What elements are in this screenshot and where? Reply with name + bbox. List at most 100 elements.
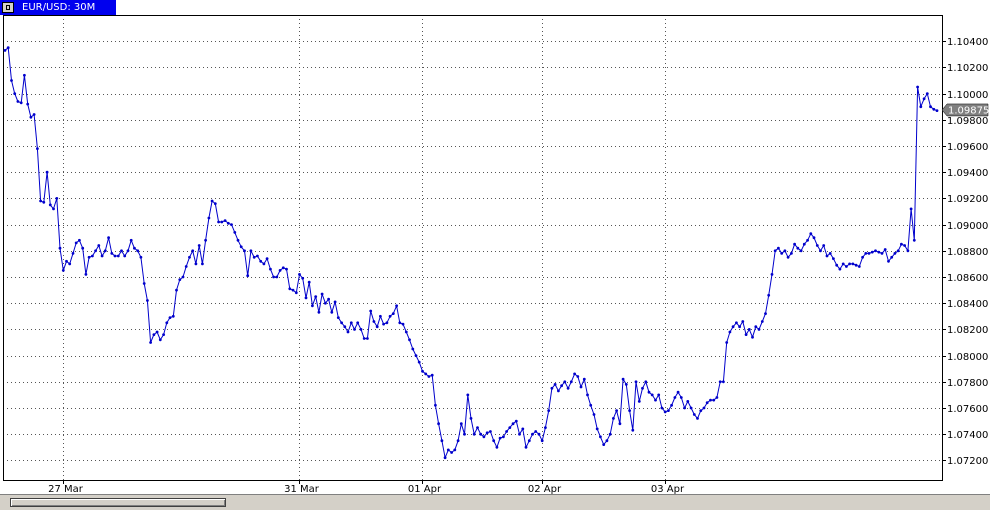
data-point <box>217 220 221 224</box>
data-point <box>29 115 33 119</box>
data-point <box>599 435 602 439</box>
data-point <box>459 422 463 426</box>
data-point <box>744 333 748 336</box>
price-series <box>3 46 939 460</box>
data-point <box>317 310 321 314</box>
data-point <box>375 325 379 329</box>
data-point <box>223 219 227 223</box>
data-point <box>94 249 97 253</box>
data-point <box>97 244 101 247</box>
data-point <box>434 403 437 407</box>
data-point <box>395 304 398 308</box>
data-point <box>754 325 758 329</box>
data-point <box>916 85 919 89</box>
x-tick-label: 01 Apr <box>408 484 442 494</box>
horizontal-scrollbar[interactable] <box>0 494 990 510</box>
data-point <box>893 252 897 255</box>
data-point <box>343 325 347 329</box>
data-point <box>16 100 20 103</box>
y-tick-label: 1.07200 <box>947 456 988 467</box>
current-price-value: 1.09875 <box>948 105 989 116</box>
data-point <box>641 386 644 390</box>
data-point <box>929 105 932 109</box>
data-point <box>696 417 699 420</box>
data-point <box>557 389 560 393</box>
data-point <box>673 396 677 399</box>
data-point <box>233 231 237 234</box>
data-point <box>456 439 460 443</box>
data-point <box>531 432 534 436</box>
data-point <box>39 199 42 203</box>
price-chart[interactable]: 1.10400 1.10200 1.10000 1.09800 1.09600 1.094… <box>0 0 990 494</box>
data-point <box>663 410 667 414</box>
data-point <box>527 439 531 443</box>
data-point <box>595 427 599 431</box>
data-point <box>925 92 929 95</box>
data-point <box>547 409 551 412</box>
data-point <box>226 221 230 225</box>
data-point <box>861 255 864 259</box>
data-point <box>243 249 246 253</box>
data-point <box>372 320 376 323</box>
x-tick-label: 02 Apr <box>528 484 562 494</box>
data-point <box>210 199 214 203</box>
data-point <box>495 445 499 449</box>
data-point <box>45 170 49 174</box>
data-point <box>116 254 120 258</box>
data-point <box>453 448 457 452</box>
data-point <box>136 249 140 253</box>
data-point <box>110 252 114 255</box>
data-point <box>848 262 851 266</box>
data-point <box>676 390 680 394</box>
data-point <box>783 249 787 253</box>
data-point <box>327 297 330 301</box>
price-line <box>4 47 938 459</box>
data-point <box>832 257 835 260</box>
data-point <box>120 249 123 253</box>
data-point <box>379 314 382 318</box>
y-tick-label: 1.08600 <box>947 273 988 284</box>
data-point <box>838 267 842 271</box>
data-point <box>265 257 269 260</box>
data-point <box>52 207 55 211</box>
data-point <box>612 417 615 420</box>
data-point <box>113 254 117 258</box>
data-point <box>278 269 282 272</box>
data-point <box>414 354 418 357</box>
data-point <box>631 428 635 432</box>
data-point <box>815 244 819 247</box>
data-point <box>799 249 803 253</box>
data-point <box>275 275 279 279</box>
data-point <box>411 347 415 351</box>
data-point <box>589 403 593 407</box>
data-point <box>841 262 845 266</box>
y-tick-label: 1.08400 <box>947 299 988 310</box>
data-point <box>181 275 185 279</box>
data-point <box>534 430 538 433</box>
data-point <box>780 252 784 255</box>
data-point <box>634 380 638 384</box>
y-tick-label: 1.10400 <box>947 37 988 48</box>
data-point <box>142 282 146 285</box>
data-point <box>87 255 91 259</box>
data-point <box>78 238 81 242</box>
data-point <box>155 330 159 334</box>
data-point <box>281 266 285 270</box>
scrollbar-thumb[interactable] <box>10 498 226 507</box>
data-point <box>42 200 46 204</box>
data-point <box>511 422 515 426</box>
data-point <box>757 328 761 331</box>
data-point <box>404 330 408 334</box>
data-point <box>492 439 496 443</box>
data-point <box>346 330 350 334</box>
data-point <box>168 316 172 319</box>
data-point <box>437 422 440 426</box>
data-point <box>508 426 512 429</box>
data-point <box>6 46 10 50</box>
data-point <box>722 380 725 384</box>
data-point <box>751 335 754 339</box>
data-point <box>171 314 175 318</box>
y-tick-label: 1.07600 <box>947 404 988 415</box>
data-point <box>123 254 127 258</box>
data-point <box>605 439 609 443</box>
